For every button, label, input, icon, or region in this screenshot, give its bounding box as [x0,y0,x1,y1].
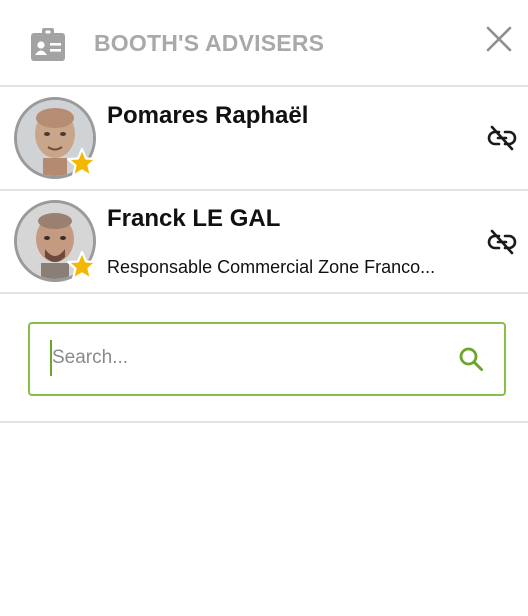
search-icon[interactable] [458,346,484,372]
search-input[interactable] [50,340,450,376]
favorite-star-icon [66,147,98,178]
adviser-row[interactable]: Franck LE GAL Responsable Commercial Zon… [0,191,528,294]
adviser-name: Franck LE GAL [107,205,281,232]
adviser-name: Pomares Raphaël [107,102,309,129]
search-box[interactable] [28,322,506,396]
booth-advisers-panel: BOOTH'S ADVISERS Pomares Raphaël Franck … [0,0,528,616]
search-section [0,294,528,423]
close-icon[interactable] [484,24,514,54]
panel-header: BOOTH'S ADVISERS [0,0,528,87]
adviser-row[interactable]: Pomares Raphaël [0,88,528,191]
unlink-icon[interactable] [487,124,517,152]
adviser-role: Responsable Commercial Zone Franco... [107,257,436,277]
favorite-star-icon [66,250,98,281]
panel-title: BOOTH'S ADVISERS [94,30,325,56]
unlink-icon[interactable] [487,228,517,256]
avatar [14,200,98,282]
avatar [14,97,98,179]
id-badge-icon [31,28,65,61]
